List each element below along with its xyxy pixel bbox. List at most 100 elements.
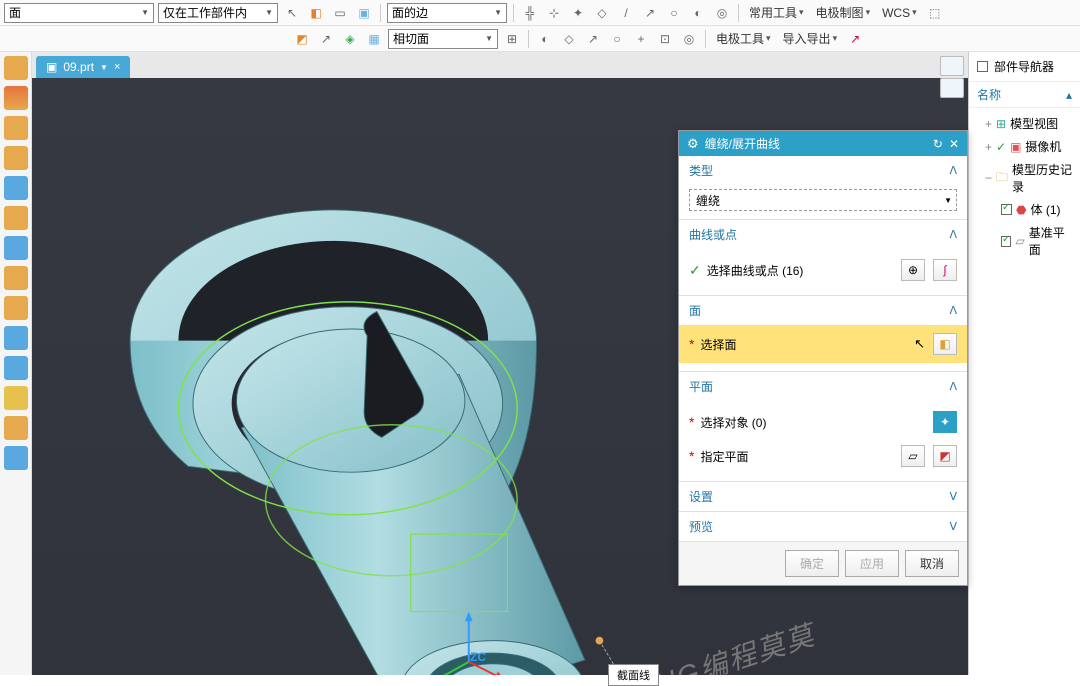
tb2-icon-10[interactable]: +: [631, 29, 651, 49]
lt-btn-2[interactable]: [4, 86, 28, 110]
face-pick-button[interactable]: ◧: [933, 333, 957, 355]
cursor-pointer-icon: ↖: [914, 336, 925, 352]
lt-btn-11[interactable]: [4, 356, 28, 380]
lt-btn-1[interactable]: [4, 56, 28, 80]
filter-scope-combo[interactable]: 仅在工作部件内: [158, 3, 278, 23]
nav-camera[interactable]: +✓▣摄像机: [973, 135, 1076, 158]
plane-spec-label: 指定平面: [700, 448, 893, 465]
lt-btn-7[interactable]: [4, 236, 28, 260]
snap-icon-4[interactable]: ◇: [592, 3, 612, 23]
chevron-down-icon: ᐯ: [949, 520, 957, 533]
menu-electrode-drawing[interactable]: 电极制图: [812, 4, 875, 21]
navigator-checkbox[interactable]: [977, 61, 988, 72]
sort-icon[interactable]: ▴: [1066, 88, 1072, 102]
tb2-icon-11[interactable]: ⊡: [655, 29, 675, 49]
snap-icon-1[interactable]: ╬: [520, 3, 540, 23]
file-tab[interactable]: ▣ 09.prt ▼ ×: [36, 56, 130, 78]
filter-face-combo[interactable]: 面: [4, 3, 154, 23]
snap-icon-2[interactable]: ⊹: [544, 3, 564, 23]
section-type-header[interactable]: 类型ᐱ: [679, 156, 967, 185]
section-tooltip: 截面线: [608, 664, 659, 686]
edge-filter-combo[interactable]: 面的边: [387, 3, 507, 23]
plane-target-button[interactable]: ✦: [933, 411, 957, 433]
lt-btn-14[interactable]: [4, 446, 28, 470]
menu-import-export[interactable]: 导入导出: [779, 30, 842, 47]
watermark: UG编程莫莫: [650, 613, 820, 675]
type-combo[interactable]: 缠绕: [689, 189, 957, 211]
tb2-icon-3[interactable]: ◈: [340, 29, 360, 49]
plane-csys-button[interactable]: ◩: [933, 445, 957, 467]
snap-icon-9[interactable]: ◎: [712, 3, 732, 23]
nav-body[interactable]: ⬣体 (1): [973, 198, 1076, 221]
lt-btn-6[interactable]: [4, 206, 28, 230]
tb2-icon-2[interactable]: ↗: [316, 29, 336, 49]
tb2-icon-13[interactable]: ↗: [845, 29, 865, 49]
rect-select-icon[interactable]: ▭: [330, 3, 350, 23]
nav-history[interactable]: −🗀模型历史记录: [973, 158, 1076, 198]
plane-define-button[interactable]: ▱: [901, 445, 925, 467]
tab-cube-icon: ▣: [46, 60, 57, 74]
cursor-icon[interactable]: ↖: [282, 3, 302, 23]
rm-btn-1[interactable]: [940, 56, 964, 76]
section-plane-header[interactable]: 平面ᐱ: [679, 372, 967, 401]
dialog-titlebar[interactable]: ⚙ 缠绕/展开曲线 ↻ ✕: [679, 131, 967, 156]
snap-icon-8[interactable]: ◐: [688, 3, 708, 23]
box-icon[interactable]: ▣: [354, 3, 374, 23]
face-label: 选择面: [700, 336, 908, 353]
curve-add-button[interactable]: ⊕: [901, 259, 925, 281]
dialog-reset-icon[interactable]: ↻: [933, 137, 943, 151]
chevron-up-icon: ᐱ: [949, 304, 957, 317]
tb2-icon-12[interactable]: ◎: [679, 29, 699, 49]
lt-btn-12[interactable]: [4, 386, 28, 410]
snap-icon-3[interactable]: ✦: [568, 3, 588, 23]
snap-icon-6[interactable]: ↗: [640, 3, 660, 23]
tab-close-icon[interactable]: ×: [114, 61, 120, 73]
lt-btn-3[interactable]: [4, 116, 28, 140]
tb2-icon-6[interactable]: ◐: [535, 29, 555, 49]
section-preview-header[interactable]: 预览ᐯ: [679, 512, 967, 541]
model-render: [92, 118, 652, 675]
tb2-icon-9[interactable]: ○: [607, 29, 627, 49]
lt-btn-8[interactable]: [4, 266, 28, 290]
cancel-button[interactable]: 取消: [905, 550, 959, 577]
tab-dropdown-icon[interactable]: ▼: [100, 63, 108, 72]
navigator-title: 部件导航器: [994, 58, 1054, 75]
tb2-icon-5[interactable]: ⊞: [502, 29, 522, 49]
section-face-header[interactable]: 面ᐱ: [679, 296, 967, 325]
lt-btn-10[interactable]: [4, 326, 28, 350]
select-face-row[interactable]: * 选择面 ↖ ◧: [679, 325, 967, 363]
nav-datum[interactable]: ▱基准平面: [973, 221, 1076, 261]
snap-icon-7[interactable]: ○: [664, 3, 684, 23]
ok-button[interactable]: 确定: [785, 550, 839, 577]
section-settings-header[interactable]: 设置ᐯ: [679, 482, 967, 511]
curve-label: 选择曲线或点 (16): [707, 262, 893, 279]
required-icon: *: [689, 414, 694, 430]
lt-btn-5[interactable]: [4, 176, 28, 200]
tb2-icon-1[interactable]: ◩: [292, 29, 312, 49]
select-icon[interactable]: ◧: [306, 3, 326, 23]
snap-icon-5[interactable]: /: [616, 3, 636, 23]
lt-btn-13[interactable]: [4, 416, 28, 440]
chevron-up-icon: ᐱ: [949, 228, 957, 241]
dialog-close-icon[interactable]: ✕: [949, 137, 959, 151]
apply-button[interactable]: 应用: [845, 550, 899, 577]
menu-wcs[interactable]: WCS: [878, 6, 921, 20]
tb2-icon-8[interactable]: ↗: [583, 29, 603, 49]
extra-icon-1[interactable]: ⬚: [925, 3, 945, 23]
tb2-icon-4[interactable]: ▦: [364, 29, 384, 49]
menu-common-tools[interactable]: 常用工具: [745, 4, 808, 21]
menu-electrode-tools[interactable]: 电极工具: [712, 30, 775, 47]
toolbar-row-2: ◩ ↗ ◈ ▦ 相切面 ⊞ ◐ ◇ ↗ ○ + ⊡ ◎ 电极工具 导入导出 ↗: [0, 26, 1080, 52]
rm-btn-2[interactable]: [940, 78, 964, 98]
tb2-icon-7[interactable]: ◇: [559, 29, 579, 49]
part-navigator: 部件导航器 名称 ▴ +⊞模型视图 +✓▣摄像机 −🗀模型历史记录 ⬣体 (1)…: [968, 52, 1080, 675]
tangent-face-combo[interactable]: 相切面: [388, 29, 498, 49]
lt-btn-9[interactable]: [4, 296, 28, 320]
curve-curve-button[interactable]: ∫: [933, 259, 957, 281]
left-toolbar: [0, 52, 32, 675]
col-header-name[interactable]: 名称: [977, 86, 1001, 103]
nav-model-view[interactable]: +⊞模型视图: [973, 112, 1076, 135]
chevron-up-icon: ᐱ: [949, 380, 957, 393]
lt-btn-4[interactable]: [4, 146, 28, 170]
section-curve-header[interactable]: 曲线或点ᐱ: [679, 220, 967, 249]
